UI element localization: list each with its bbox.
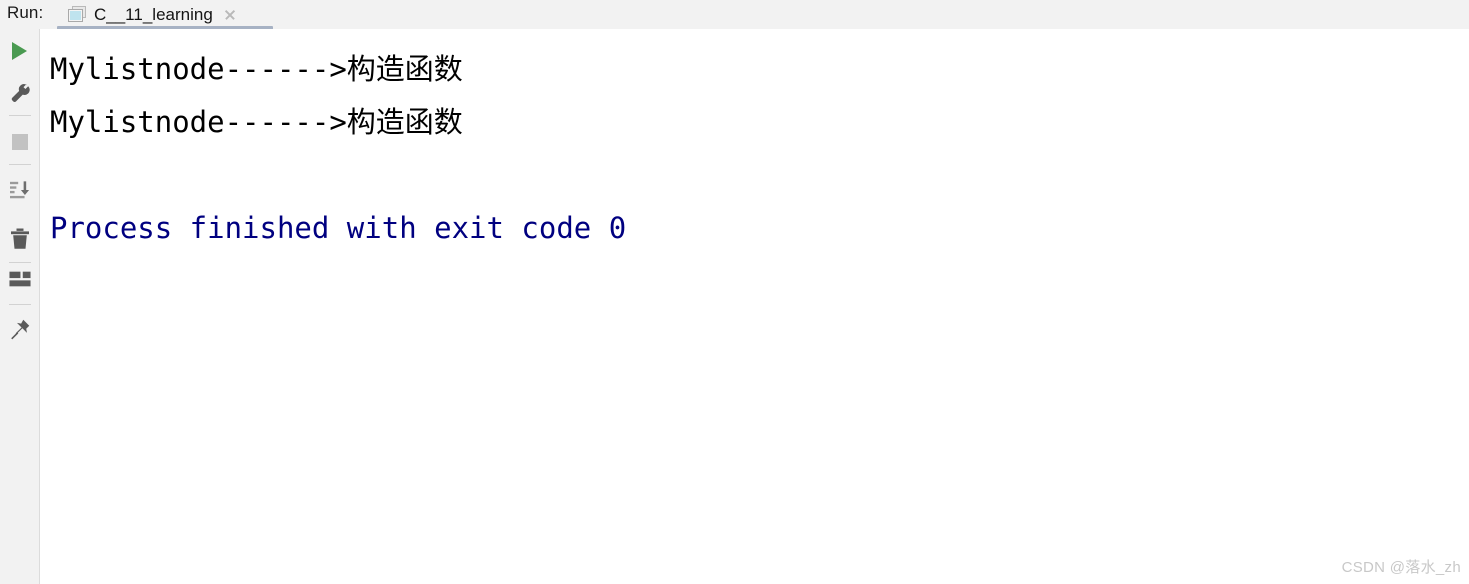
pin-tab-button[interactable] <box>0 309 39 349</box>
play-icon <box>12 42 27 60</box>
console-window-icon <box>68 6 87 23</box>
watermark: CSDN @落水_zh <box>1341 559 1461 576</box>
run-tool-window: Run: C__11_learning Mylistnode------>构造函… <box>0 0 1469 584</box>
run-label: Run: <box>7 3 44 22</box>
toolbar-separator <box>9 164 31 165</box>
trash-icon <box>10 228 29 249</box>
console-output-panel[interactable]: Mylistnode------>构造函数 Mylistnode------>构… <box>40 29 1469 584</box>
close-icon[interactable] <box>222 7 238 23</box>
layout-grid-icon <box>8 271 31 287</box>
rerun-button[interactable] <box>0 31 39 71</box>
toolbar-separator <box>9 304 31 305</box>
wrench-icon <box>11 84 30 102</box>
toolbar-separator <box>9 115 31 116</box>
run-toolbar <box>0 29 40 584</box>
scroll-to-end-button[interactable] <box>0 170 39 210</box>
console-exit-line: Process finished with exit code 0 <box>50 211 627 245</box>
run-header-bar: Run: C__11_learning <box>0 0 1469 30</box>
clear-all-button[interactable] <box>0 219 39 259</box>
stop-button[interactable] <box>0 122 39 162</box>
stop-square-icon <box>11 134 28 150</box>
console-line: Mylistnode------>构造函数 <box>50 105 463 139</box>
run-tab-label: C__11_learning <box>94 4 213 24</box>
run-tab-c-11-learning[interactable]: C__11_learning <box>60 0 244 29</box>
pin-icon <box>10 319 29 340</box>
configure-button[interactable] <box>0 73 39 113</box>
layout-button[interactable] <box>0 259 39 299</box>
sort-down-icon <box>9 181 29 199</box>
console-line: Mylistnode------>构造函数 <box>50 52 463 86</box>
